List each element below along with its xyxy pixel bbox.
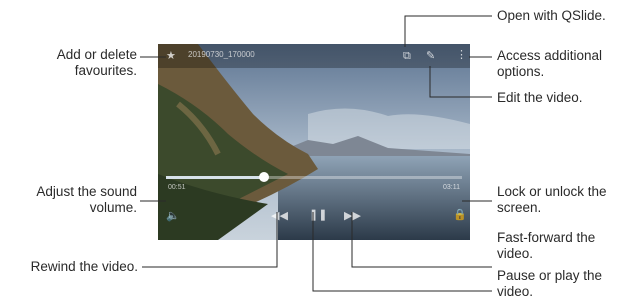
callout-lines [140, 15, 492, 292]
